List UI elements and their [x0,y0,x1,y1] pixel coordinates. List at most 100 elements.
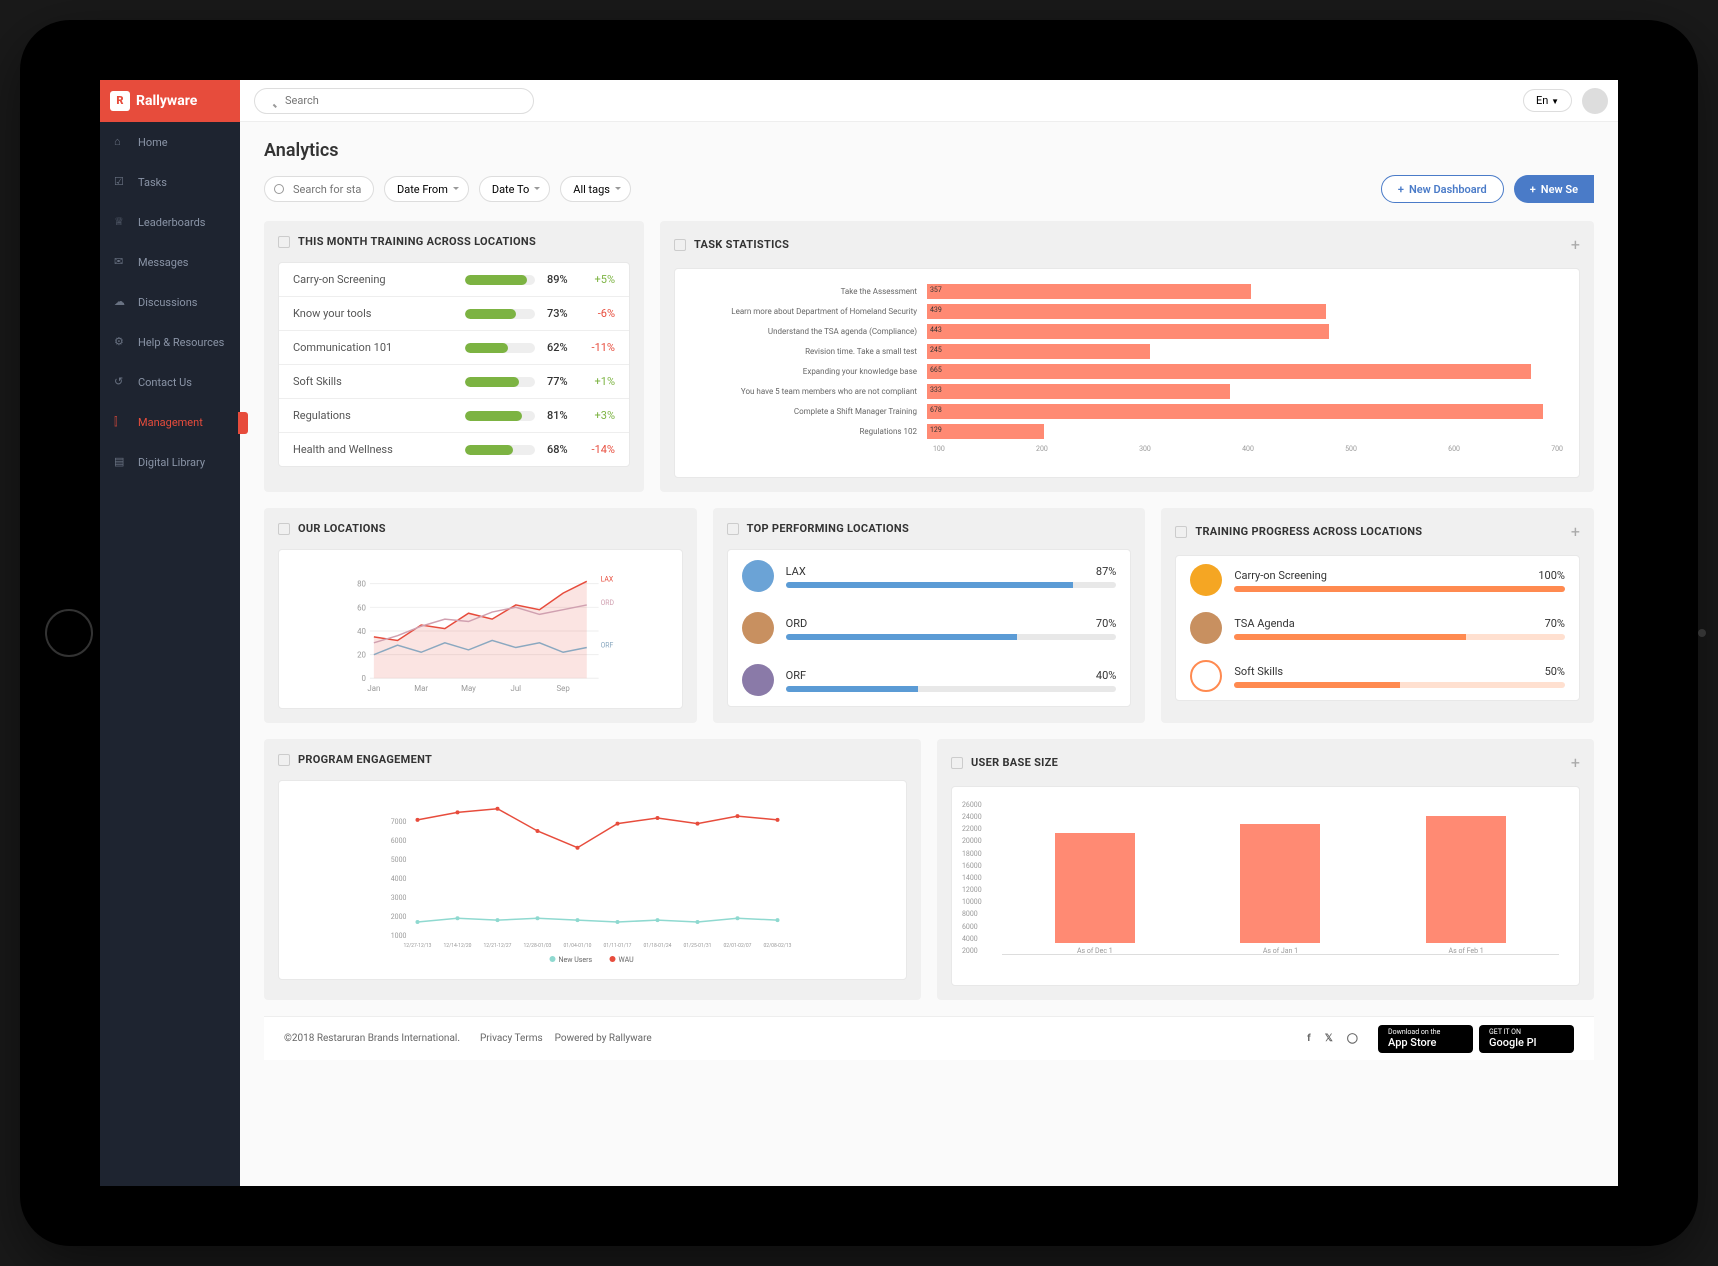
app-store-badge[interactable]: Download on theApp Store [1378,1025,1473,1053]
leaderboards-icon: ♕ [114,215,128,229]
date-from-filter[interactable]: Date From [384,176,469,202]
engagement-chart: 100020003000400050006000700012/27-12/131… [278,780,907,980]
sidebar-item-management[interactable]: ⫿Management [100,402,240,442]
add-icon[interactable]: + [1571,522,1580,541]
sidebar-item-tasks[interactable]: ☑ Tasks [100,162,240,202]
new-dashboard-button[interactable]: + New Dashboard [1381,175,1504,203]
google-play-badge[interactable]: GET IT ONGoogle Pl [1479,1025,1574,1053]
search-input[interactable] [254,88,534,114]
training-delta: -14% [581,443,615,456]
panel-top-locations: TOP PERFORMING LOCATIONS LAX87%ORD70%ORF… [713,508,1146,723]
user-base-chart: 2600024000220002000018000160001400012000… [951,786,1580,986]
svg-text:New Users: New Users [559,956,593,964]
footer-links[interactable]: Privacy Terms [480,1033,543,1044]
training-row: Soft Skills77%+1% [279,365,629,399]
tasks-icon: ☑ [114,175,128,189]
nav-label: Discussions [138,296,197,309]
svg-text:Jan: Jan [367,684,380,693]
checkbox[interactable] [278,754,290,766]
brand-name: Rallyware [136,93,197,109]
svg-text:60: 60 [357,603,366,612]
nav-label: Home [138,136,168,149]
checkbox[interactable] [278,523,290,535]
discussions-icon: ☁ [114,295,128,309]
sidebar-item-discussions[interactable]: ☁ Discussions [100,282,240,322]
twitter-icon[interactable]: 𝕏 [1325,1033,1333,1044]
svg-text:12/21-12/27: 12/21-12/27 [484,943,512,949]
progress-icon [1190,564,1222,596]
svg-text:1000: 1000 [391,932,407,940]
svg-text:01/25-01/31: 01/25-01/31 [684,943,712,949]
location-row: ORD70% [728,602,1131,654]
progress-icon [1190,612,1222,644]
nav-label: Digital Library [138,456,205,469]
svg-text:0: 0 [362,674,366,683]
nav-label: Messages [138,256,188,269]
svg-text:02/08-02/13: 02/08-02/13 [764,943,792,949]
checkbox[interactable] [727,523,739,535]
training-percent: 77% [547,375,581,388]
progress-row: Soft Skills50% [1176,652,1579,700]
panel-training-progress: TRAINING PROGRESS ACROSS LOCATIONS+ Carr… [1161,508,1594,723]
date-to-filter[interactable]: Date To [479,176,550,202]
nav-label: Help & Resources [138,336,224,349]
training-name: Regulations [293,409,465,422]
sidebar-collapse-button[interactable] [238,412,248,434]
svg-text:Jul: Jul [511,684,522,693]
progress-percent: 70% [1545,617,1565,630]
svg-text:01/04-01/10: 01/04-01/10 [564,943,592,949]
tags-filter[interactable]: All tags [560,176,631,202]
help-icon: ⚙ [114,335,128,349]
progress-percent: 50% [1545,665,1565,678]
nav-label: Tasks [138,176,167,189]
facebook-icon[interactable]: f [1307,1033,1311,1044]
add-icon[interactable]: + [1571,235,1580,254]
sidebar-item-home[interactable]: ⌂ Home [100,122,240,162]
panel-training-month: THIS MONTH TRAINING ACROSS LOCATIONS Car… [264,221,644,492]
svg-text:01/18-01/24: 01/18-01/24 [644,943,672,949]
svg-text:ORD: ORD [601,599,615,607]
management-icon: ⫿ [114,415,128,429]
new-section-button[interactable]: + New Se [1514,175,1594,203]
progress-bar [465,377,535,387]
brand-logo[interactable]: R Rallyware [100,80,240,122]
home-icon: ⌂ [114,135,128,149]
svg-text:80: 80 [357,580,366,589]
bar [1426,816,1506,943]
svg-text:2000: 2000 [391,913,407,921]
language-selector[interactable]: En ▼ [1523,89,1572,112]
training-name: Soft Skills [293,375,465,388]
logo-icon: R [110,91,130,111]
progress-name: Carry-on Screening [1234,569,1327,582]
svg-text:40: 40 [357,627,366,636]
training-percent: 62% [547,341,581,354]
svg-text:LAX: LAX [601,575,614,583]
location-avatar [742,560,774,592]
powered-by: Powered by Rallyware [555,1033,652,1044]
sidebar-item-contact[interactable]: ↺Contact Us [100,362,240,402]
checkbox[interactable] [951,757,963,769]
location-code: ORD [786,617,808,630]
training-percent: 73% [547,307,581,320]
footer: ©2018 Restaruran Brands International. P… [264,1016,1594,1060]
instagram-icon[interactable]: ◯ [1347,1033,1358,1044]
sidebar-item-leaderboards[interactable]: ♕Leaderboards [100,202,240,242]
training-row: Health and Wellness68%-14% [279,433,629,466]
location-row: LAX87% [728,550,1131,602]
add-icon[interactable]: + [1571,753,1580,772]
sidebar-item-messages[interactable]: ✉Messages [100,242,240,282]
sidebar-item-library[interactable]: ▤Digital Library [100,442,240,482]
stats-search-input[interactable] [264,176,374,202]
svg-text:ORF: ORF [601,642,614,650]
sidebar-item-help[interactable]: ⚙ Help & Resources [100,322,240,362]
training-percent: 68% [547,443,581,456]
svg-text:Sep: Sep [556,684,570,693]
user-avatar[interactable] [1582,88,1608,114]
checkbox[interactable] [674,239,686,251]
progress-bar [465,275,535,285]
checkbox[interactable] [1175,526,1187,538]
checkbox[interactable] [278,236,290,248]
training-delta: +3% [581,409,615,422]
panel-engagement: PROGRAM ENGAGEMENT 100020003000400050006… [264,739,921,1000]
training-delta: +5% [581,273,615,286]
